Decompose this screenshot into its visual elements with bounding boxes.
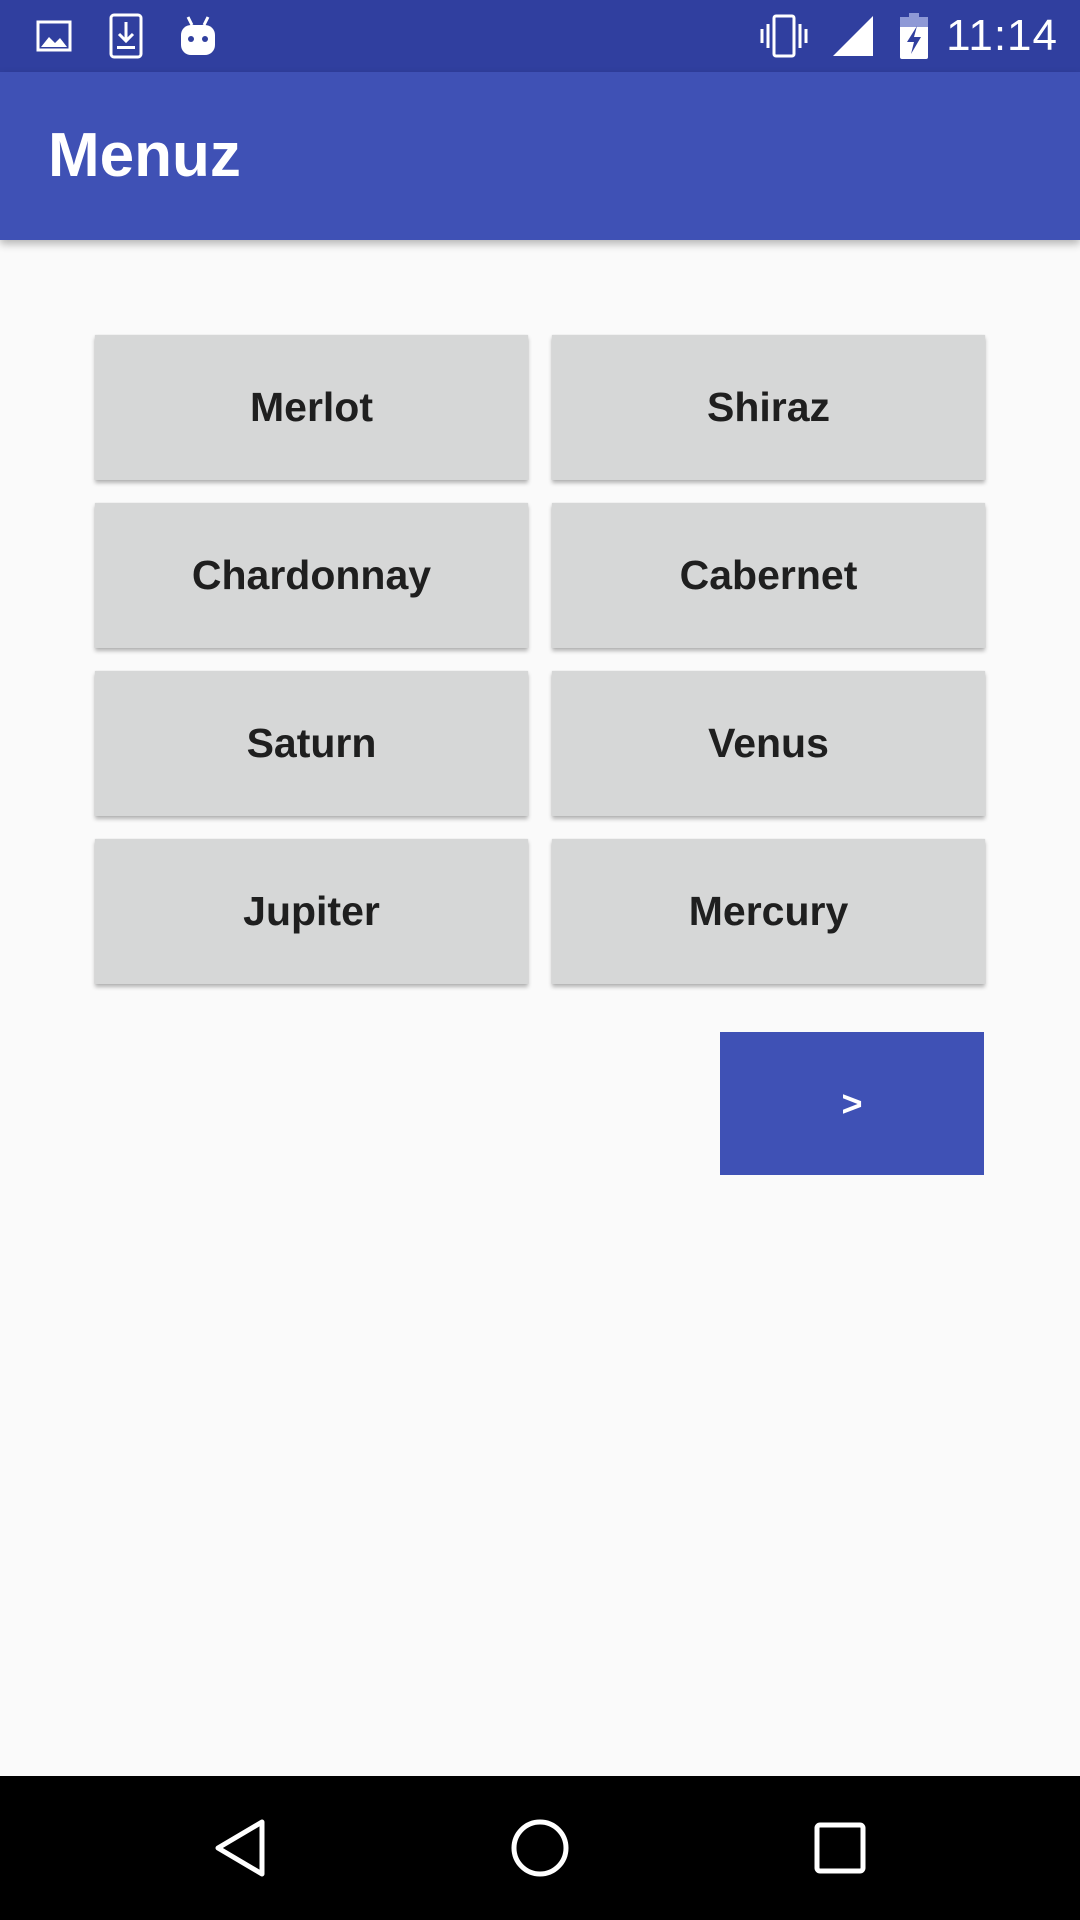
menu-button-shiraz[interactable]: Shiraz [552, 335, 985, 480]
menu-button-merlot[interactable]: Merlot [95, 335, 528, 480]
back-icon[interactable] [180, 1776, 300, 1920]
image-icon [34, 0, 74, 72]
menu-button-saturn[interactable]: Saturn [95, 671, 528, 816]
app-bar: Menuz [0, 72, 1080, 240]
menu-button-mercury[interactable]: Mercury [552, 839, 985, 984]
menu-grid: Merlot Shiraz Chardonnay Cabernet Saturn… [95, 335, 985, 984]
navigation-bar [0, 1776, 1080, 1920]
main-content: Merlot Shiraz Chardonnay Cabernet Saturn… [0, 240, 1080, 1776]
recents-icon[interactable] [780, 1776, 900, 1920]
menu-button-venus[interactable]: Venus [552, 671, 985, 816]
battery-charging-icon [898, 0, 930, 72]
app-title: Menuz [48, 121, 241, 190]
vibrate-icon [756, 0, 812, 72]
clock-time: 11:14 [946, 11, 1058, 60]
menu-button-chardonnay[interactable]: Chardonnay [95, 503, 528, 648]
download-icon [106, 0, 146, 72]
next-button[interactable]: > [720, 1032, 984, 1175]
android-icon [178, 0, 218, 72]
menu-button-jupiter[interactable]: Jupiter [95, 839, 528, 984]
status-bar: 11:14 [0, 0, 1080, 72]
home-icon[interactable] [480, 1776, 600, 1920]
signal-icon [830, 0, 876, 72]
menu-button-cabernet[interactable]: Cabernet [552, 503, 985, 648]
